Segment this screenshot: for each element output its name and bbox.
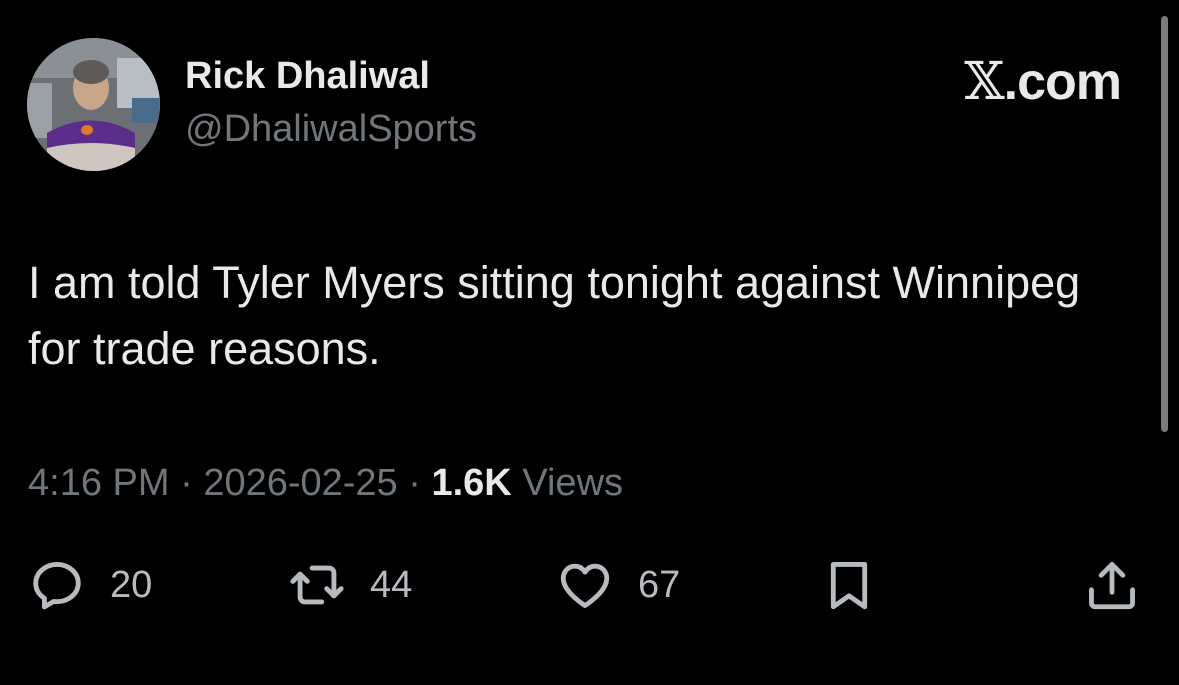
- tweet-date[interactable]: 2026-02-25: [203, 462, 397, 504]
- meta-separator: ·: [180, 462, 193, 504]
- x-logo-icon: 𝕏: [964, 52, 1004, 112]
- views-label: Views: [522, 462, 624, 504]
- brand-suffix: .com: [1003, 53, 1122, 111]
- heart-icon: [560, 563, 610, 608]
- retweet-count: 44: [370, 563, 413, 606]
- author-avatar[interactable]: [27, 38, 160, 171]
- views-count: 1.6K: [431, 462, 512, 504]
- share-button[interactable]: [1083, 555, 1141, 615]
- meta-separator: ·: [408, 462, 421, 504]
- scrollbar[interactable]: [1161, 16, 1168, 432]
- tweet-text: I am told Tyler Myers sitting tonight ag…: [28, 257, 1081, 374]
- reply-button[interactable]: 20: [28, 555, 152, 615]
- reply-count: 20: [110, 563, 153, 606]
- author-name[interactable]: Rick Dhaliwal: [185, 55, 430, 98]
- tweet-actions: 20 44 67: [0, 555, 1179, 615]
- retweet-button[interactable]: 44: [288, 555, 412, 615]
- tweet-time[interactable]: 4:16 PM: [28, 462, 170, 504]
- retweet-icon: [290, 565, 344, 605]
- tweet-meta: 4:16 PM · 2026-02-25 · 1.6K Views: [28, 462, 623, 505]
- x-logo-watermark: 𝕏.com: [964, 52, 1122, 112]
- bookmark-icon: [830, 562, 868, 610]
- like-button[interactable]: 67: [556, 555, 680, 615]
- reply-icon: [33, 562, 81, 610]
- bookmark-button[interactable]: [820, 555, 878, 615]
- like-count: 67: [638, 563, 681, 606]
- share-icon: [1089, 562, 1135, 610]
- author-handle[interactable]: @DhaliwalSports: [185, 108, 477, 151]
